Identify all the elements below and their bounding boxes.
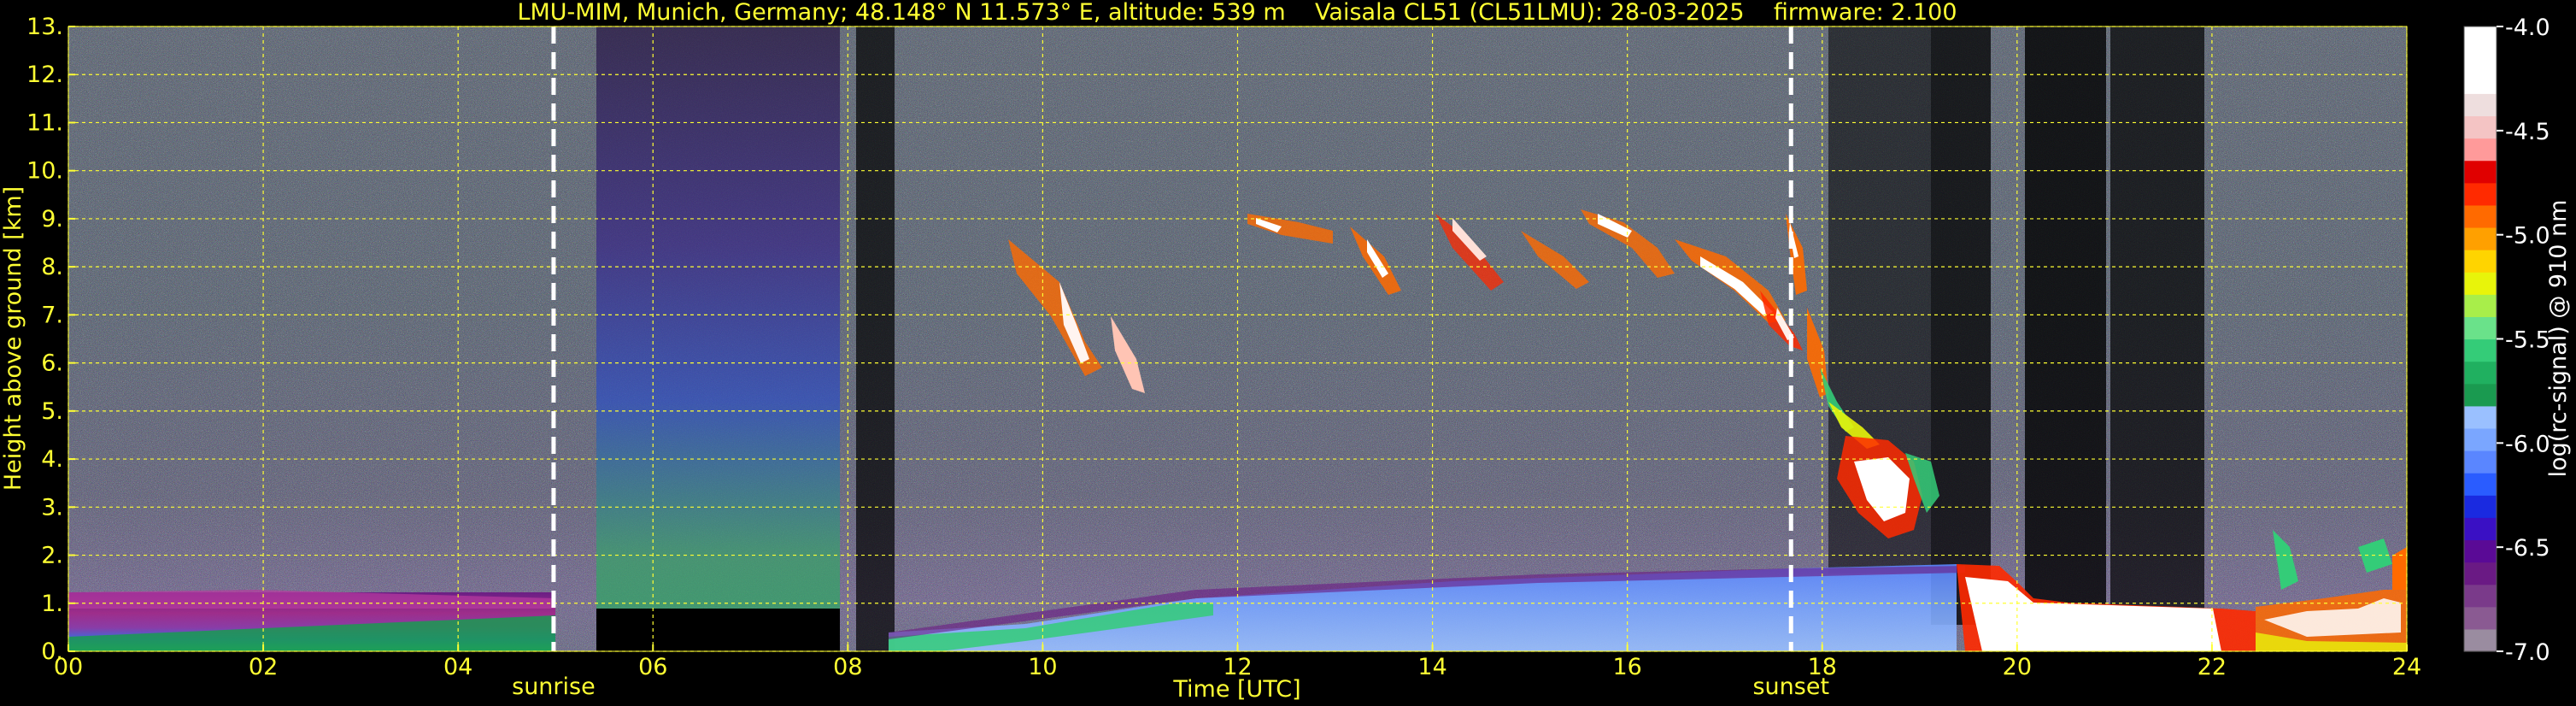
x-tick-label: 10 [1028, 654, 1057, 680]
lidar-chart: sunrise sunset 00 02 04 06 08 10 12 14 16 18 20 22 24… [0, 0, 2572, 703]
colorbar-segment [2464, 182, 2497, 206]
colorbar-segment [2464, 272, 2497, 295]
y-tick-label: 11. [26, 109, 63, 136]
colorbar-tick-label: -7.0 [2505, 639, 2550, 666]
colorbar-segment [2464, 93, 2497, 117]
y-tick-label: 5. [41, 398, 63, 425]
morning-signal-column [596, 26, 840, 651]
x-tick-label: 14 [1417, 654, 1446, 680]
colorbar-segment [2464, 606, 2497, 630]
colorbar-tick-label: -5.0 [2505, 223, 2550, 250]
x-tick-label: 16 [1612, 654, 1641, 680]
x-tick-label: 02 [249, 654, 278, 680]
colorbar-label: log(rc-signal) @ 910 nm [2545, 200, 2572, 478]
x-tick-label: 06 [638, 654, 667, 680]
colorbar-segment [2464, 227, 2497, 250]
colorbar: -7.0 -6.5 -6.0 -5.5 -5.0 -4.5 -4.0 [2463, 15, 2550, 666]
x-axis-label: Time [UTC] [1172, 676, 1300, 703]
y-tick-label: 0. [41, 638, 63, 665]
chart-title: LMU-MIM, Munich, Germany; 48.148° N 11.5… [517, 0, 1957, 26]
x-tick-label: 22 [2198, 654, 2227, 680]
colorbar-segment [2464, 562, 2497, 585]
y-tick-label: 6. [41, 350, 63, 377]
colorbar-segment [2464, 405, 2497, 429]
colorbar-segment [2464, 115, 2497, 139]
y-tick-label: 12. [26, 62, 63, 88]
y-tick-label: 4. [41, 446, 63, 473]
colorbar-tick-label: -4.0 [2505, 15, 2550, 41]
colorbar-segment [2464, 628, 2497, 652]
y-axis-label: Height above ground [km] [0, 186, 26, 491]
colorbar-segment [2464, 383, 2497, 407]
colorbar-segment [2464, 539, 2497, 563]
plot-area [68, 26, 2407, 651]
colorbar-tick-label: -4.5 [2505, 119, 2550, 145]
colorbar-segment [2464, 361, 2497, 385]
y-tick-label: 1. [41, 591, 63, 617]
colorbar-segment [2464, 160, 2497, 184]
colorbar-segment [2464, 316, 2497, 340]
x-tick-label: 24 [2392, 654, 2421, 680]
colorbar-tick-label: -5.5 [2505, 327, 2550, 354]
colorbar-segment [2464, 517, 2497, 541]
x-tick-label: 20 [2003, 654, 2032, 680]
colorbar-segment [2464, 49, 2497, 72]
colorbar-segment [2464, 473, 2497, 496]
colorbar-segment [2464, 427, 2497, 451]
y-tick-label: 13. [26, 14, 63, 40]
colorbar-segment [2464, 584, 2497, 608]
dark-column [856, 26, 895, 651]
colorbar-segment [2464, 338, 2497, 362]
y-tick-label: 7. [41, 302, 63, 328]
morning-gap [596, 609, 840, 651]
colorbar-segment [2464, 26, 2497, 50]
colorbar-segment [2464, 138, 2497, 162]
x-tick-label: 04 [443, 654, 472, 680]
colorbar-segment [2464, 294, 2497, 317]
colorbar-tick-label: -6.0 [2505, 431, 2550, 457]
colorbar-segment [2464, 71, 2497, 94]
y-tick-label: 2. [41, 543, 63, 569]
y-tick-label: 9. [41, 206, 63, 232]
y-tick-label: 8. [41, 254, 63, 280]
colorbar-segment [2464, 250, 2497, 273]
event-label-sunrise: sunrise [512, 674, 596, 700]
colorbar-segment [2464, 204, 2497, 228]
x-tick-label: 08 [833, 654, 862, 680]
colorbar-segment [2464, 495, 2497, 518]
colorbar-tick-label: -6.5 [2505, 535, 2550, 562]
dark-column [1931, 26, 1991, 625]
dark-column [2110, 26, 2204, 625]
dark-column [2025, 26, 2106, 625]
colorbar-segment [2464, 450, 2497, 474]
y-tick-label: 3. [41, 494, 63, 521]
y-tick-label: 10. [26, 158, 63, 185]
x-tick-label: 18 [1808, 654, 1837, 680]
